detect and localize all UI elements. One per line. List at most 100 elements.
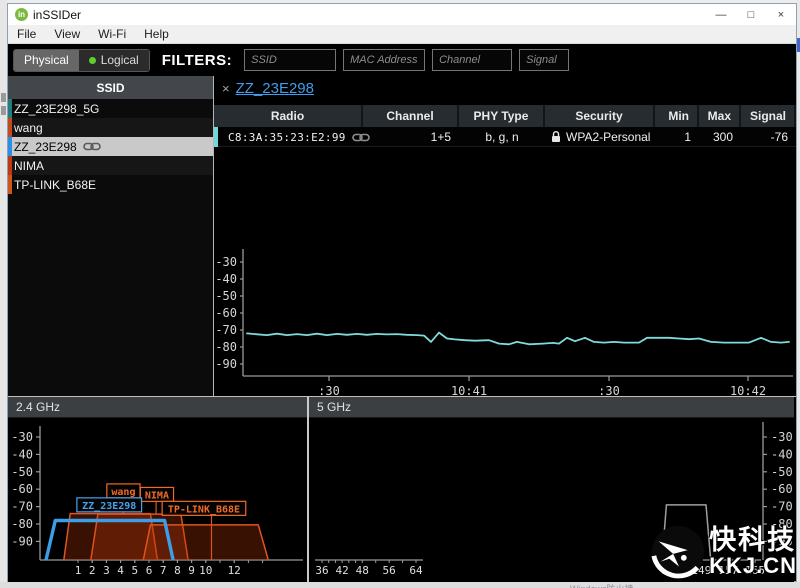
tab-close-icon[interactable]: × bbox=[222, 81, 230, 96]
cell-channel: 1+5 bbox=[363, 127, 459, 147]
cell-signal: -76 bbox=[741, 127, 796, 147]
col-min[interactable]: Min bbox=[655, 105, 699, 127]
filter-channel-input[interactable] bbox=[432, 49, 512, 71]
col-channel[interactable]: Channel bbox=[363, 105, 459, 127]
ssid-row-wang[interactable]: wang bbox=[8, 118, 213, 137]
svg-text:56: 56 bbox=[383, 564, 396, 577]
background-page-left-sliver bbox=[0, 0, 7, 588]
tab-title-link[interactable]: ZZ_23E298 bbox=[236, 80, 314, 97]
svg-text:-40: -40 bbox=[11, 447, 33, 461]
col-phy-type[interactable]: PHY Type bbox=[459, 105, 545, 127]
svg-text:10:41: 10:41 bbox=[451, 384, 487, 396]
radio-mac: C8:3A:35:23:E2:99 bbox=[228, 131, 346, 144]
filter-mac-input[interactable] bbox=[343, 49, 425, 71]
channel-graph-5ghz: -30-40-50-60-70-80-903642485664140149157… bbox=[309, 418, 794, 582]
svg-text:-90: -90 bbox=[11, 534, 33, 548]
toggle-logical-label: Logical bbox=[101, 53, 139, 67]
app-icon: in bbox=[15, 8, 28, 21]
detail-tab: × ZZ_23E298 bbox=[222, 78, 314, 98]
radio-table-row[interactable]: C8:3A:35:23:E2:99 1+5 b, g, n WPA2 bbox=[214, 127, 796, 147]
background-page-text: Windows防火墙 bbox=[570, 582, 634, 588]
svg-text:-70: -70 bbox=[771, 500, 793, 514]
svg-text:10:42: 10:42 bbox=[730, 384, 766, 396]
svg-text:36: 36 bbox=[315, 564, 328, 577]
toggle-logical[interactable]: Logical bbox=[79, 50, 149, 71]
svg-text:-40: -40 bbox=[215, 272, 237, 286]
svg-text:-60: -60 bbox=[771, 482, 793, 496]
cell-phy-type: b, g, n bbox=[459, 127, 545, 147]
band-panel-5ghz: 5 GHz -30-40-50-60-70-80-903642485664140… bbox=[309, 397, 794, 582]
svg-text:-70: -70 bbox=[215, 323, 237, 337]
menu-view[interactable]: View bbox=[45, 25, 89, 44]
svg-text:-90: -90 bbox=[215, 357, 237, 371]
ssid-label: ZZ_23E298_5G bbox=[14, 102, 99, 116]
svg-text:-80: -80 bbox=[771, 517, 793, 531]
connected-link-icon bbox=[83, 142, 101, 151]
ssid-sidebar: SSID ZZ_23E298_5G wang ZZ_23E298 NIMA bbox=[8, 76, 214, 396]
svg-text:-50: -50 bbox=[11, 465, 33, 479]
window-title: inSSIDer bbox=[33, 8, 81, 22]
ssid-row-tp-link-b68e[interactable]: TP-LINK_B68E bbox=[8, 175, 213, 194]
ssid-label: ZZ_23E298 bbox=[14, 140, 77, 154]
background-page-icon bbox=[1, 93, 6, 102]
ssid-label: NIMA bbox=[14, 159, 44, 173]
svg-text:7: 7 bbox=[160, 564, 167, 577]
col-max[interactable]: Max bbox=[699, 105, 741, 127]
svg-text:TP-LINK_B68E: TP-LINK_B68E bbox=[168, 504, 240, 515]
ssid-label: wang bbox=[14, 121, 43, 135]
ssid-row-zz-23e298-5g[interactable]: ZZ_23E298_5G bbox=[8, 99, 213, 118]
toggle-physical[interactable]: Physical bbox=[14, 50, 79, 71]
filter-bar: Physical Logical FILTERS: bbox=[8, 44, 796, 76]
network-color-stripe bbox=[8, 118, 12, 137]
cell-min: 1 bbox=[655, 127, 699, 147]
col-radio[interactable]: Radio bbox=[214, 105, 363, 127]
svg-text:-30: -30 bbox=[11, 430, 33, 444]
ssid-row-zz-23e298[interactable]: ZZ_23E298 bbox=[8, 137, 213, 156]
ssid-label: TP-LINK_B68E bbox=[14, 178, 96, 192]
band-panel-24ghz: 2.4 GHz -30-40-50-60-70-80-9012345678910… bbox=[8, 397, 309, 582]
radio-table: Radio Channel PHY Type Security Min Max … bbox=[214, 105, 796, 147]
svg-text:-60: -60 bbox=[215, 306, 237, 320]
svg-text:12: 12 bbox=[228, 564, 241, 577]
radio-color-stripe bbox=[214, 127, 218, 147]
menu-file[interactable]: File bbox=[8, 25, 45, 44]
band-header-24ghz: 2.4 GHz bbox=[8, 397, 307, 418]
maximize-button[interactable]: □ bbox=[736, 4, 766, 25]
svg-text:-60: -60 bbox=[11, 482, 33, 496]
menu-wifi[interactable]: Wi-Fi bbox=[89, 25, 135, 44]
minimize-button[interactable]: — bbox=[706, 4, 736, 25]
svg-text:NIMA: NIMA bbox=[145, 490, 169, 501]
cell-max: 300 bbox=[699, 127, 741, 147]
network-detail-panel: -30-40-50-60-70-80-90:3010:41:3010:42 × … bbox=[214, 76, 796, 396]
svg-text:2: 2 bbox=[89, 564, 96, 577]
network-color-stripe bbox=[8, 175, 12, 194]
close-button[interactable]: × bbox=[766, 4, 796, 25]
svg-text:64: 64 bbox=[409, 564, 423, 577]
svg-text::30: :30 bbox=[598, 384, 620, 396]
svg-text:-80: -80 bbox=[11, 517, 33, 531]
svg-text:165: 165 bbox=[745, 564, 765, 577]
lock-icon bbox=[551, 131, 561, 143]
svg-text:149: 149 bbox=[691, 564, 711, 577]
filter-signal-input[interactable] bbox=[519, 49, 569, 71]
svg-text:-70: -70 bbox=[11, 500, 33, 514]
menu-help[interactable]: Help bbox=[135, 25, 178, 44]
filters-label: FILTERS: bbox=[162, 52, 232, 69]
svg-text::30: :30 bbox=[318, 384, 340, 396]
svg-text:8: 8 bbox=[174, 564, 181, 577]
physical-logical-toggle: Physical Logical bbox=[13, 49, 150, 72]
inssider-window: in inSSIDer — □ × File View Wi-Fi Help P… bbox=[7, 3, 797, 582]
col-signal[interactable]: Signal bbox=[741, 105, 796, 127]
filter-ssid-input[interactable] bbox=[244, 49, 336, 71]
svg-text:157: 157 bbox=[718, 564, 738, 577]
channel-graph-24ghz: -30-40-50-60-70-80-901234567891012wangNI… bbox=[8, 418, 307, 582]
ssid-row-nima[interactable]: NIMA bbox=[8, 156, 213, 175]
title-bar[interactable]: in inSSIDer — □ × bbox=[8, 4, 796, 25]
svg-text:9: 9 bbox=[188, 564, 195, 577]
svg-text:-30: -30 bbox=[215, 255, 237, 269]
svg-text:-50: -50 bbox=[215, 289, 237, 303]
col-security[interactable]: Security bbox=[545, 105, 655, 127]
svg-text:-40: -40 bbox=[771, 447, 793, 461]
network-color-stripe bbox=[8, 156, 12, 175]
background-page-bottom-sliver: Windows防火墙 bbox=[0, 582, 800, 588]
